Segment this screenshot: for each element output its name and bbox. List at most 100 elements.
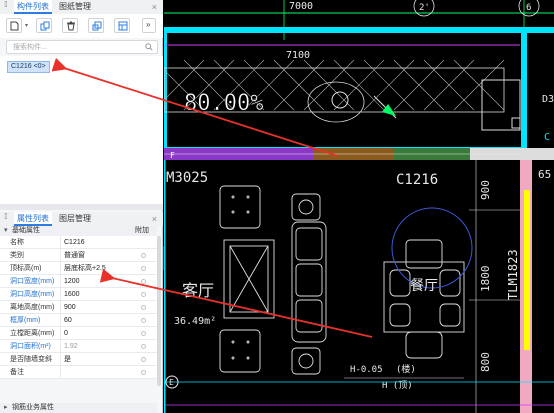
property-name: 是否随墙变斜 [10, 356, 52, 363]
tab-layer-management[interactable]: 图层管理 [56, 212, 94, 226]
property-row[interactable]: 类别 普通窗 [0, 249, 157, 262]
property-row[interactable]: 框厚(mm) 60 [0, 314, 157, 327]
property-scrollbar[interactable] [157, 236, 161, 386]
close-icon[interactable]: × [152, 0, 157, 14]
dining-set [383, 239, 465, 359]
chevron-down-icon[interactable]: ▾ [25, 22, 28, 29]
property-value[interactable]: 1600 [60, 288, 130, 300]
more-button[interactable]: » [142, 18, 156, 33]
property-value[interactable]: 是 [60, 353, 130, 365]
table-icon [118, 21, 128, 31]
chevron-right-icon[interactable]: ▸ [4, 403, 8, 413]
component-list: C1216 <0> [0, 56, 163, 204]
layer-copy-button[interactable] [88, 18, 104, 33]
axis-e-label: E [169, 378, 174, 387]
living-room-label: 客厅 [182, 281, 214, 300]
floor-label: (楼) [396, 363, 416, 375]
property-name: 洞口宽度(mm) [10, 278, 55, 285]
d3-label: D3 [542, 94, 554, 105]
property-value[interactable] [60, 366, 130, 378]
property-value[interactable]: 0 [60, 327, 130, 339]
cad-drawing: 7000 2' 6 7100 80.00% D3 C F 65 M3025 C1… [164, 0, 554, 413]
drag-handle-icon[interactable]: ⁞⁞ [4, 213, 10, 221]
property-value[interactable]: 层底标高+2.5 [60, 262, 130, 274]
property-value[interactable]: 900 [60, 301, 130, 313]
component-tab-bar: ⁞⁞ 构件列表 图纸管理 × [0, 0, 163, 14]
axis-f-label: F [170, 151, 175, 160]
property-tab-bar: ⁞⁞ 属性列表 图层管理 × [0, 212, 163, 226]
property-row[interactable]: 备注 [0, 366, 157, 379]
tab-component-list[interactable]: 构件列表 [14, 0, 52, 14]
property-name: 洞口面积(m²) [10, 343, 51, 350]
property-section-header[interactable]: ▾ 基础属性 附加 [0, 226, 157, 236]
copy-button[interactable] [36, 18, 52, 33]
c1216-label: C1216 [396, 172, 438, 188]
rebar-section-header[interactable]: ▸ 钢筋业务属性 [0, 403, 157, 413]
attach-checkbox[interactable] [141, 357, 146, 362]
property-name: 备注 [10, 369, 24, 376]
height-label: H-0.05 [350, 365, 383, 375]
property-row[interactable]: 顶标高(m) 层底标高+2.5 [0, 262, 157, 275]
tab-property-list[interactable]: 属性列表 [14, 212, 52, 226]
search-box [6, 40, 158, 54]
dim-7000-label: 7000 [289, 1, 313, 12]
property-value[interactable]: 1200 [60, 275, 130, 287]
property-name: 框厚(mm) [10, 317, 41, 324]
property-row[interactable]: 洞口面积(m²) 1.92 [0, 340, 157, 353]
property-row[interactable]: 是否随墙变斜 是 [0, 353, 157, 366]
close-icon[interactable]: × [152, 212, 157, 226]
cad-canvas[interactable]: 7000 2' 6 7100 80.00% D3 C F 65 M3025 C1… [164, 0, 554, 413]
attach-checkbox[interactable] [141, 318, 146, 323]
attach-checkbox[interactable] [141, 344, 146, 349]
m3025-label: M3025 [166, 170, 208, 186]
property-row[interactable]: 洞口宽度(mm) 1200 [0, 275, 157, 288]
filter-button[interactable] [114, 18, 130, 33]
new-component-button[interactable] [6, 18, 22, 33]
attach-checkbox[interactable] [141, 266, 146, 271]
left-panel: ⁞⁞ 构件列表 图纸管理 × ▾ » C1216 <0> ⁞ [0, 0, 163, 413]
search-icon[interactable] [145, 43, 153, 51]
tlm1823-label: TLM1823 [506, 249, 520, 300]
attach-checkbox[interactable] [141, 331, 146, 336]
dim-65-label: 65 [538, 168, 551, 181]
property-value[interactable]: C1216 [60, 236, 130, 248]
more-icon: » [146, 20, 151, 29]
delete-button[interactable] [62, 18, 78, 33]
property-value[interactable]: 60 [60, 314, 130, 326]
c-edge-label: C [544, 132, 550, 143]
area-label: 36.49m² [174, 316, 216, 327]
property-name: 立樘距离(mm) [10, 330, 55, 337]
component-search-input[interactable] [7, 41, 139, 53]
attach-checkbox[interactable] [141, 292, 146, 297]
property-value: 1.92 [60, 340, 130, 352]
attach-checkbox[interactable] [141, 253, 146, 258]
add-column-header: 附加 [135, 227, 149, 234]
attach-checkbox[interactable] [141, 305, 146, 310]
drag-handle-icon[interactable]: ⁞⁞ [4, 1, 10, 9]
dim-1800-label: 1800 [479, 266, 492, 293]
section-title: 基础属性 [12, 227, 40, 234]
property-name: 类别 [10, 252, 24, 259]
panel-divider[interactable] [0, 204, 163, 210]
list-item-c1216[interactable]: C1216 <0> [7, 61, 50, 73]
tab-drawing-management[interactable]: 图纸管理 [56, 0, 94, 14]
axis-6-label: 6 [526, 3, 531, 13]
section-title: 钢筋业务属性 [12, 404, 54, 411]
property-name: 洞口高度(mm) [10, 291, 55, 298]
dim-900-label: 900 [479, 180, 492, 200]
dim-800-label: 800 [479, 352, 492, 372]
property-name: 离地高度(mm) [10, 304, 55, 311]
property-value[interactable]: 普通窗 [60, 249, 130, 261]
dining-room-label: 餐厅 [410, 278, 438, 294]
property-row[interactable]: 离地高度(mm) 900 [0, 301, 157, 314]
percent-label: 80.00% [184, 91, 263, 116]
property-name: 名称 [10, 239, 24, 246]
property-name: 顶标高(m) [10, 265, 42, 272]
attach-checkbox[interactable] [141, 279, 146, 284]
property-row[interactable]: 立樘距离(mm) 0 [0, 327, 157, 340]
property-row[interactable]: 洞口高度(mm) 1600 [0, 288, 157, 301]
layers-icon [92, 21, 102, 31]
chevron-down-icon[interactable]: ▾ [4, 226, 8, 236]
attach-checkbox[interactable] [141, 370, 146, 375]
property-row[interactable]: 名称 C1216 [0, 236, 157, 249]
